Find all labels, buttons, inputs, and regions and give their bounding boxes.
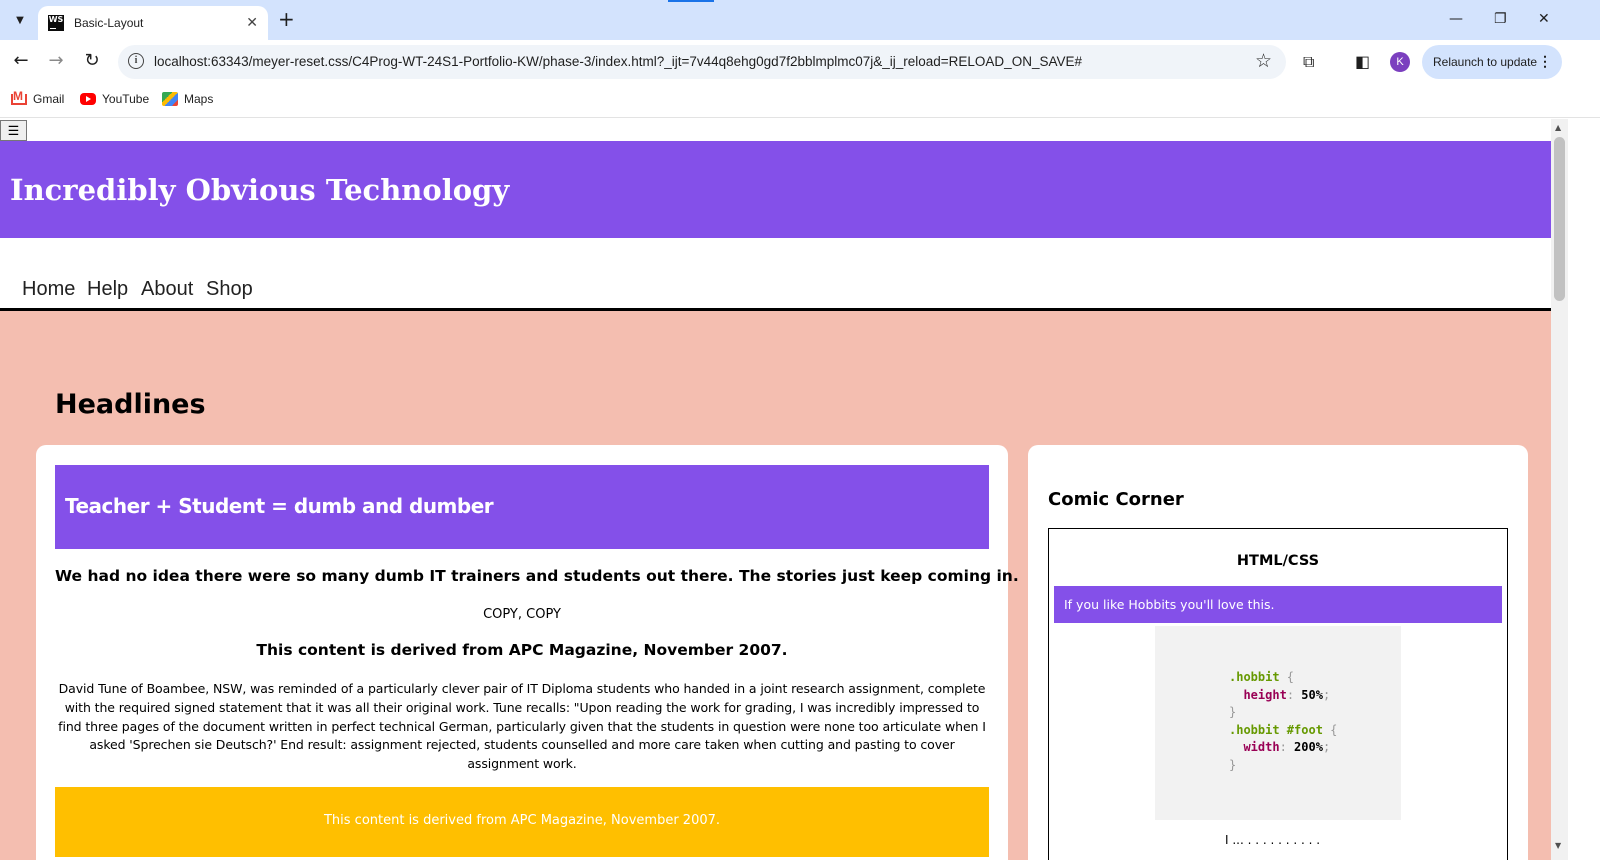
code-property: height	[1243, 687, 1287, 702]
comic-heading: HTML/CSS	[1236, 553, 1320, 569]
article-banner: Teacher + Student = dumb and dumber	[55, 465, 989, 549]
bookmark-label: Maps	[184, 92, 214, 106]
code-selector: .hobbit #foot	[1229, 722, 1323, 737]
close-tab-icon[interactable]: ✕	[246, 15, 258, 31]
relaunch-label: Relaunch to update	[1433, 55, 1538, 69]
bookmark-maps[interactable]: Maps	[162, 92, 213, 106]
restore-window-icon[interactable]: ❐	[1494, 10, 1507, 28]
tab-title: Basic-Layout	[74, 16, 144, 30]
site-header: Incredibly Obvious Technology	[0, 141, 1551, 238]
comic-caption-banner: If you like Hobbits you'll love this.	[1054, 586, 1502, 623]
code-snippet: .hobbit { height: 50%; } .hobbit #foot {…	[1155, 626, 1401, 820]
bookmark-label: YouTube	[102, 92, 150, 106]
article-footer-banner: This content is derived from APC Magazin…	[55, 787, 989, 857]
tab-search-chevron-icon[interactable]: ▼	[8, 8, 32, 32]
bookmark-star-icon[interactable]: ☆	[1255, 50, 1272, 72]
close-window-icon[interactable]: ✕	[1538, 10, 1550, 28]
site-nav: Home Help About Shop	[0, 238, 1551, 311]
article-source: This content is derived from APC Magazin…	[256, 641, 788, 659]
nav-link-shop[interactable]: Shop	[206, 278, 253, 301]
code-value: 200%	[1294, 740, 1323, 755]
comic-box: HTML/CSS If you like Hobbits you'll love…	[1048, 528, 1508, 860]
article-card: Teacher + Student = dumb and dumber We h…	[36, 445, 1019, 860]
bookmarks-bar: Gmail YouTube Maps	[0, 84, 1600, 118]
code-selector: .hobbit	[1229, 670, 1280, 684]
code-text: .hobbit { height: 50%; } .hobbit #foot {…	[1229, 670, 1338, 772]
article-copy-label: COPY, COPY	[483, 607, 561, 622]
page-scrollbar[interactable]: ▲ ▼	[1551, 119, 1568, 860]
comic-caption: If you like Hobbits you'll love this.	[1064, 597, 1275, 612]
back-arrow-icon[interactable]: ←	[9, 50, 33, 72]
section-heading: Headlines	[55, 389, 206, 420]
new-tab-plus-icon[interactable]: +	[278, 9, 295, 29]
scrollbar-thumb[interactable]	[1554, 137, 1565, 301]
extensions-puzzle-icon[interactable]: ⧉	[1303, 52, 1314, 72]
loading-indicator	[668, 0, 714, 2]
code-property: width	[1243, 740, 1280, 755]
comic-tail-text: I ... . . . . . . . . . .	[1225, 833, 1321, 847]
address-bar[interactable]: i localhost:63343/meyer-reset.css/C4Prog…	[118, 45, 1286, 79]
nav-link-help[interactable]: Help	[87, 278, 128, 301]
bookmark-label: Gmail	[33, 92, 65, 106]
youtube-icon	[80, 93, 96, 105]
site-info-icon[interactable]: i	[128, 53, 144, 69]
bookmark-gmail[interactable]: Gmail	[11, 89, 65, 106]
url-text[interactable]: localhost:63343/meyer-reset.css/C4Prog-W…	[154, 54, 1082, 69]
top-strip: ☰	[0, 119, 1551, 141]
scroll-up-arrow-icon[interactable]: ▲	[1555, 123, 1561, 132]
comic-corner-card: Comic Corner HTML/CSS If you like Hobbit…	[1028, 445, 1528, 860]
article-title: Teacher + Student = dumb and dumber	[65, 494, 494, 518]
browser-toolbar: ← → ↻ i localhost:63343/meyer-reset.css/…	[0, 40, 1600, 84]
article-body: David Tune of Boambee, NSW, was reminded…	[58, 681, 986, 772]
bookmark-youtube[interactable]: YouTube	[80, 92, 149, 106]
article-footer-note: This content is derived from APC Magazin…	[323, 813, 721, 828]
side-panel-icon[interactable]: ◧	[1355, 52, 1370, 72]
article-subtitle: We had no idea there were so many dumb I…	[55, 567, 1019, 585]
more-menu-icon[interactable]: ⋮	[1538, 53, 1552, 70]
maps-icon	[162, 92, 178, 106]
scroll-down-arrow-icon[interactable]: ▼	[1555, 841, 1561, 850]
browser-tab-active[interactable]: WS Basic-Layout ✕	[38, 6, 268, 40]
window-edge	[1568, 119, 1600, 860]
menu-toggle-button[interactable]: ☰	[0, 120, 27, 141]
sidebar-title: Comic Corner	[1048, 489, 1184, 510]
browser-tab-strip: ▼ WS Basic-Layout ✕ + — ❐ ✕	[0, 0, 1600, 40]
reload-icon[interactable]: ↻	[80, 50, 104, 72]
code-value: 50%	[1301, 687, 1323, 702]
forward-arrow-icon[interactable]: →	[44, 50, 68, 72]
minimize-window-icon[interactable]: —	[1449, 10, 1463, 28]
nav-link-home[interactable]: Home	[22, 278, 75, 301]
nav-link-about[interactable]: About	[141, 278, 193, 301]
relaunch-button[interactable]: Relaunch to update ⋮	[1422, 45, 1562, 79]
profile-avatar[interactable]: K	[1390, 52, 1410, 72]
site-title: Incredibly Obvious Technology	[10, 173, 510, 207]
page-viewport: ☰ Incredibly Obvious Technology Home Hel…	[0, 119, 1551, 860]
webstorm-favicon-icon: WS	[48, 15, 64, 31]
gmail-icon	[11, 89, 27, 105]
